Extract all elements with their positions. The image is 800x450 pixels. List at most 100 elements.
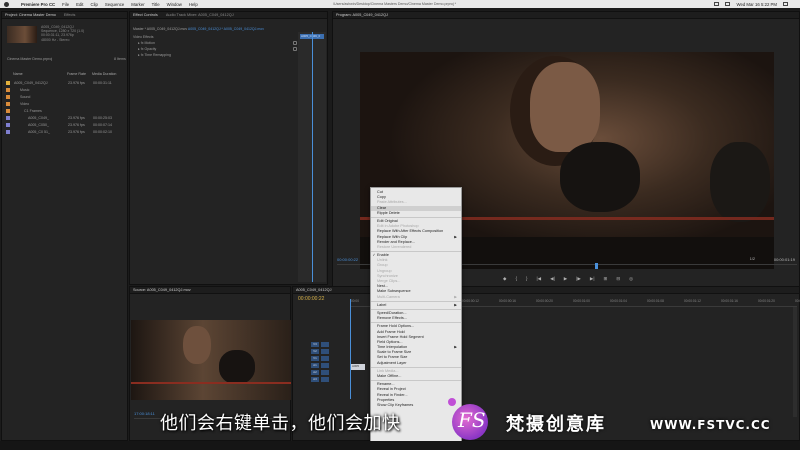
search-icon[interactable]: [783, 2, 788, 6]
menu-separator: [371, 216, 461, 218]
project-list-item[interactable]: Music: [6, 87, 126, 93]
timeline-clip[interactable]: A005: [351, 364, 365, 370]
ruler-tick-label: 00:00:00:16: [499, 299, 516, 303]
project-tabs: Project: Cinema Master Demo Effects: [2, 12, 127, 19]
tab-source[interactable]: Source: A005_C049_0412QJ.mov: [133, 288, 191, 292]
tab-effect-controls[interactable]: Effect Controls: [133, 13, 158, 17]
project-list-item[interactable]: A005_C0 51_ 23.976 fps 00:00:02:10: [6, 129, 126, 135]
track-lock-icon[interactable]: [321, 356, 329, 361]
project-list-item[interactable]: A005_C050_ 23.976 fps 00:00:07:14: [6, 122, 126, 128]
label-color-swatch[interactable]: [6, 95, 10, 99]
menu-title[interactable]: Title: [152, 2, 160, 7]
context-menu-item[interactable]: Label ▶: [371, 303, 461, 308]
project-list-item[interactable]: A005_C049_0412QJ 23.976 fps 00:00:31:11: [6, 80, 126, 86]
effect-playhead[interactable]: [312, 32, 313, 282]
label-color-swatch[interactable]: [6, 102, 10, 106]
menu-sequence[interactable]: Sequence: [105, 2, 124, 7]
effect-timeline[interactable]: A005_C049_0: [298, 32, 326, 282]
apple-icon[interactable]: [4, 1, 9, 7]
menu-marker[interactable]: Marker: [131, 2, 144, 7]
label-color-swatch[interactable]: [6, 116, 10, 120]
timeline-scrollbar[interactable]: [793, 307, 797, 417]
add-marker-button[interactable]: ◆: [503, 276, 506, 282]
mark-in-button[interactable]: {: [515, 276, 517, 282]
play-button[interactable]: ▶: [564, 276, 567, 282]
master-clip-path[interactable]: Master * A005_C049_0412QJ.mov: [133, 27, 187, 31]
program-timecode[interactable]: 00:00:00:22: [337, 257, 358, 262]
project-list-item[interactable]: A005_C049_ 23.976 fps 00:00:25:03: [6, 115, 126, 121]
effect-time-remapping[interactable]: ▸ fx Time Remapping: [138, 53, 171, 57]
sequence-clip-path[interactable]: A005_C049_0412QJ * A005_C049_0412QJ.mov: [188, 27, 264, 31]
menu-clip[interactable]: Clip: [91, 2, 98, 7]
track-lock-icon[interactable]: [321, 342, 329, 347]
timeline-playhead[interactable]: [350, 299, 351, 399]
column-frame-rate[interactable]: Frame Rate: [67, 72, 86, 76]
go-to-in-button[interactable]: |◀: [537, 276, 542, 282]
project-list-item[interactable]: C1 Frames: [6, 108, 126, 114]
context-menu-item-label: Speed/Duration...: [377, 310, 407, 315]
label-color-swatch[interactable]: [6, 123, 10, 127]
step-forward-button[interactable]: |▶: [576, 276, 581, 282]
track-header[interactable]: A1: [303, 363, 343, 369]
track-header[interactable]: A3: [303, 377, 343, 383]
track-lock-icon[interactable]: [321, 363, 329, 368]
track-header[interactable]: A2: [303, 370, 343, 376]
battery-icon[interactable]: [714, 2, 720, 6]
effect-motion[interactable]: ▸ fx Motion: [138, 41, 155, 45]
project-list-item[interactable]: Video: [6, 101, 126, 107]
track-target-toggle[interactable]: V2: [311, 349, 319, 354]
context-menu-item[interactable]: Remove Effects...: [371, 316, 461, 321]
label-color-swatch[interactable]: [6, 109, 10, 113]
lift-button[interactable]: ⊞: [604, 276, 608, 282]
context-menu-item[interactable]: Adjustment Layer: [371, 361, 461, 366]
timeline-timecode[interactable]: 00:00:00:22: [298, 296, 324, 302]
column-media-duration[interactable]: Media Duration: [92, 72, 116, 76]
opacity-reset-icon[interactable]: [293, 47, 297, 51]
motion-reset-icon[interactable]: [293, 41, 297, 45]
column-name[interactable]: Name: [13, 72, 23, 76]
program-zoom-select[interactable]: 1/2: [750, 257, 755, 261]
track-target-toggle[interactable]: V3: [311, 342, 319, 347]
go-to-out-button[interactable]: ▶|: [590, 276, 595, 282]
source-timecode[interactable]: 17:00:18:11: [134, 411, 155, 416]
context-menu-item[interactable]: Ripple Delete: [371, 211, 461, 216]
tab-effects[interactable]: Effects: [64, 13, 76, 17]
mark-out-button[interactable]: }: [526, 276, 528, 282]
menu-edit[interactable]: Edit: [76, 2, 83, 7]
project-list-item[interactable]: Sound: [6, 94, 126, 100]
menu-separator: [371, 251, 461, 253]
program-playhead[interactable]: [595, 263, 598, 269]
project-path: /Users/ashwin/Desktop/Cinema Masters Dem…: [333, 2, 457, 6]
tab-project[interactable]: Project: Cinema Master Demo: [5, 13, 56, 17]
step-back-button[interactable]: ◀|: [550, 276, 555, 282]
context-menu-item[interactable]: Make Offline...: [371, 374, 461, 379]
label-color-swatch[interactable]: [6, 130, 10, 134]
export-frame-button[interactable]: ◎: [629, 276, 633, 282]
wifi-icon[interactable]: [725, 2, 731, 6]
menu-help[interactable]: Help: [189, 2, 198, 7]
context-menu-item-label: Make Offline...: [377, 374, 402, 378]
track-lock-icon[interactable]: [321, 370, 329, 375]
track-header[interactable]: V1: [303, 356, 343, 362]
tab-audio-mixer[interactable]: Audio Track Mixer: A005_C049_0412QJ: [166, 13, 234, 17]
track-header[interactable]: V3: [303, 342, 343, 348]
tab-sequence[interactable]: A005_C049_0412QJ: [296, 288, 331, 292]
track-target-toggle[interactable]: A1: [311, 363, 319, 368]
label-color-swatch[interactable]: [6, 81, 10, 85]
track-header[interactable]: V2: [303, 349, 343, 355]
extract-button[interactable]: ⊟: [616, 276, 620, 282]
app-name[interactable]: Premiere Pro CC: [21, 2, 55, 7]
track-lock-icon[interactable]: [321, 377, 329, 382]
tab-program[interactable]: Program: A005_C049_0412QJ: [336, 13, 388, 17]
project-item-name: C1 Frames: [24, 109, 42, 113]
effect-motion-label: Motion: [144, 41, 155, 45]
effect-opacity[interactable]: ▸ fx Opacity: [138, 47, 156, 51]
menu-file[interactable]: File: [62, 2, 69, 7]
clock[interactable]: Wed Mar 16 5:22 PM: [736, 2, 777, 7]
label-color-swatch[interactable]: [6, 88, 10, 92]
track-target-toggle[interactable]: V1: [311, 356, 319, 361]
track-lock-icon[interactable]: [321, 349, 329, 354]
track-target-toggle[interactable]: A3: [311, 377, 319, 382]
menu-window[interactable]: Window: [167, 2, 182, 7]
track-target-toggle[interactable]: A2: [311, 370, 319, 375]
